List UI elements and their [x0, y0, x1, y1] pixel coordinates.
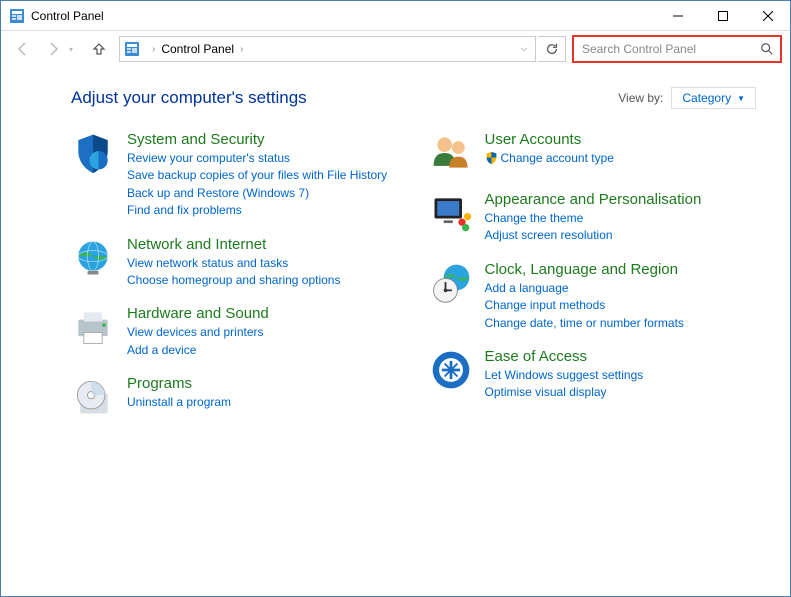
category-link[interactable]: Let Windows suggest settings	[485, 367, 757, 384]
viewby-value: Category	[682, 91, 731, 105]
category-title[interactable]: Programs	[127, 375, 399, 392]
category-link[interactable]: Change date, time or number formats	[485, 315, 757, 332]
disc-icon	[71, 375, 115, 419]
clock-globe-icon	[429, 261, 473, 305]
viewby-select[interactable]: Category ▼	[671, 87, 756, 109]
right-column: User Accounts Change account type Appear…	[429, 131, 757, 435]
address-bar[interactable]: › Control Panel › ⌵	[119, 36, 536, 62]
navbar: ▾ › Control Panel › ⌵	[1, 31, 790, 67]
category-appearance-personalisation: Appearance and Personalisation Change th…	[429, 191, 757, 245]
content-area: Adjust your computer's settings View by:…	[1, 67, 790, 435]
category-link[interactable]: Change input methods	[485, 297, 757, 314]
printer-icon	[71, 305, 115, 349]
category-title[interactable]: System and Security	[127, 131, 399, 148]
chevron-right-icon: ›	[152, 44, 155, 55]
address-dropdown-icon[interactable]: ⌵	[517, 44, 531, 54]
category-link[interactable]: Change account type	[485, 150, 757, 167]
category-link[interactable]: Adjust screen resolution	[485, 227, 757, 244]
minimize-button[interactable]	[655, 1, 700, 30]
category-network-internet: Network and Internet View network status…	[71, 236, 399, 290]
category-link[interactable]: View devices and printers	[127, 324, 399, 341]
category-link[interactable]: Find and fix problems	[127, 202, 399, 219]
search-icon[interactable]	[760, 42, 774, 56]
search-input[interactable]	[582, 42, 760, 56]
window-title: Control Panel	[31, 9, 655, 23]
category-clock-language-region: Clock, Language and Region Add a languag…	[429, 261, 757, 332]
left-column: System and Security Review your computer…	[71, 131, 399, 435]
uac-shield-icon	[485, 151, 498, 164]
refresh-button[interactable]	[538, 36, 566, 62]
titlebar: Control Panel	[1, 1, 790, 31]
shield-icon	[71, 131, 115, 175]
back-button[interactable]	[9, 35, 37, 63]
chevron-right-icon[interactable]: ›	[240, 44, 243, 55]
ease-of-access-icon	[429, 348, 473, 392]
category-title[interactable]: Hardware and Sound	[127, 305, 399, 322]
chevron-down-icon: ▼	[737, 94, 745, 103]
control-panel-icon	[9, 8, 25, 24]
category-link[interactable]: Add a device	[127, 342, 399, 359]
category-link[interactable]: Change the theme	[485, 210, 757, 227]
category-title[interactable]: Clock, Language and Region	[485, 261, 757, 278]
category-title[interactable]: Network and Internet	[127, 236, 399, 253]
viewby-label: View by:	[618, 91, 663, 105]
category-link[interactable]: View network status and tasks	[127, 255, 399, 272]
category-programs: Programs Uninstall a program	[71, 375, 399, 419]
control-panel-icon	[124, 41, 140, 57]
category-title[interactable]: Appearance and Personalisation	[485, 191, 757, 208]
category-link[interactable]: Uninstall a program	[127, 394, 399, 411]
monitor-paint-icon	[429, 191, 473, 235]
category-title[interactable]: Ease of Access	[485, 348, 757, 365]
search-box[interactable]	[572, 35, 782, 63]
close-button[interactable]	[745, 1, 790, 30]
category-link[interactable]: Save backup copies of your files with Fi…	[127, 167, 399, 184]
category-ease-of-access: Ease of Access Let Windows suggest setti…	[429, 348, 757, 402]
forward-button[interactable]	[39, 35, 67, 63]
category-hardware-sound: Hardware and Sound View devices and prin…	[71, 305, 399, 359]
category-link[interactable]: Review your computer's status	[127, 150, 399, 167]
category-link[interactable]: Choose homegroup and sharing options	[127, 272, 399, 289]
up-button[interactable]	[85, 35, 113, 63]
category-link[interactable]: Add a language	[485, 280, 757, 297]
breadcrumb[interactable]: Control Panel	[161, 42, 234, 56]
page-title: Adjust your computer's settings	[71, 88, 618, 108]
category-link[interactable]: Back up and Restore (Windows 7)	[127, 185, 399, 202]
category-link[interactable]: Optimise visual display	[485, 384, 757, 401]
category-title[interactable]: User Accounts	[485, 131, 757, 148]
globe-icon	[71, 236, 115, 280]
history-dropdown-icon[interactable]: ▾	[69, 45, 83, 54]
category-system-security: System and Security Review your computer…	[71, 131, 399, 220]
category-user-accounts: User Accounts Change account type	[429, 131, 757, 175]
maximize-button[interactable]	[700, 1, 745, 30]
users-icon	[429, 131, 473, 175]
